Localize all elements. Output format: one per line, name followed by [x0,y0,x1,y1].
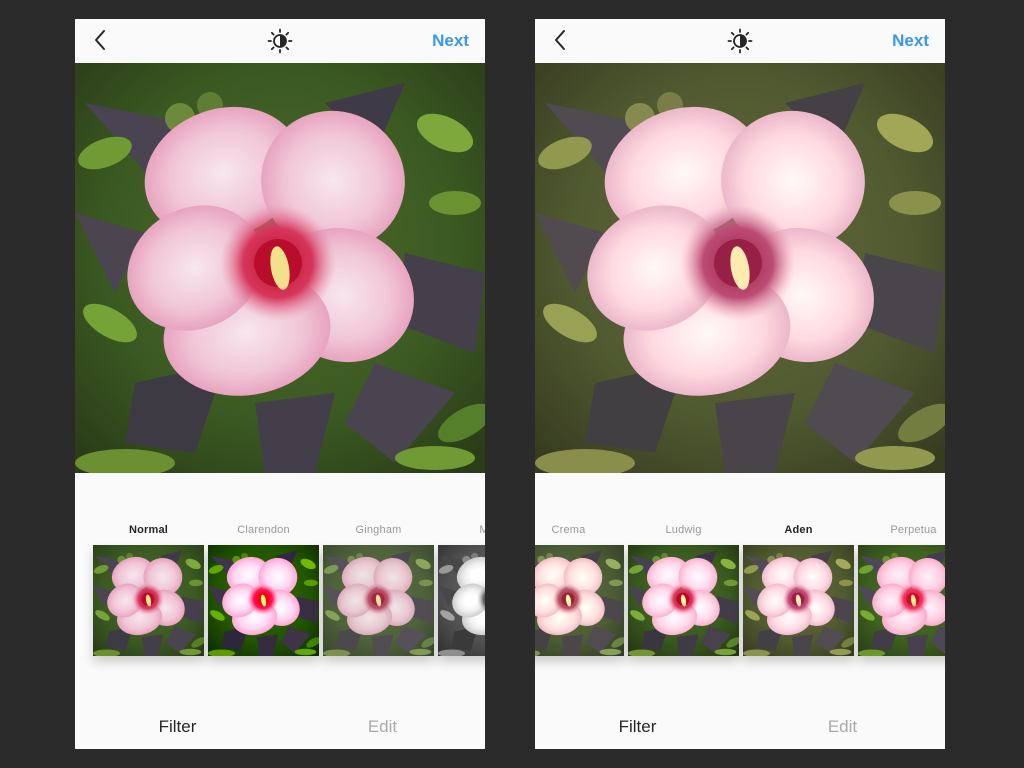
filter-option-perpetua[interactable]: Perpetua [858,519,945,669]
filter-label: Clarendon [237,524,290,536]
brightness-contrast-icon [727,28,753,54]
tab-edit[interactable]: Edit [740,717,945,737]
filter-thumbnail [628,545,739,656]
filter-thumbnail [438,545,485,656]
filter-label: Ludwig [665,524,702,536]
filter-option-ludwig[interactable]: Ludwig [628,519,739,669]
filter-thumbnail [323,545,434,656]
filter-thumbnail [858,545,945,656]
filter-option-crema[interactable]: Crema [535,519,624,669]
filter-option-gingham[interactable]: Gingham [323,519,434,669]
filter-option-moon[interactable]: Moon [438,519,485,669]
filter-screen-left: Next Normal Clarendon Gingham Moon [75,19,485,749]
chevron-left-icon [555,30,565,50]
tab-filter[interactable]: Filter [535,717,740,737]
filter-option-normal[interactable]: Normal [93,519,204,669]
back-button[interactable] [549,27,573,55]
filter-thumbnail [743,545,854,656]
top-bar: Next [75,19,485,63]
filter-label: Normal [128,524,169,536]
bottom-tabs: Filter Edit [75,709,485,749]
brightness-contrast-icon [267,28,293,54]
filter-strip[interactable]: Normal Clarendon Gingham Moon [75,519,485,679]
next-button[interactable]: Next [892,31,929,51]
filter-thumbnail [93,545,204,656]
chevron-left-icon [95,30,105,50]
photo-preview [75,63,485,473]
filter-screen-right: Next Crema Ludwig Aden Perpetua Filter E… [535,19,945,749]
tab-filter[interactable]: Filter [75,717,280,737]
filter-label: Perpetua [890,524,937,536]
filter-label: Moon [479,524,485,536]
lux-button[interactable] [727,28,753,54]
next-button[interactable]: Next [432,31,469,51]
photo-preview [535,63,945,473]
filter-option-clarendon[interactable]: Clarendon [208,519,319,669]
tab-edit[interactable]: Edit [280,717,485,737]
filter-label: Crema [551,524,586,536]
back-button[interactable] [89,27,113,55]
filter-strip[interactable]: Crema Ludwig Aden Perpetua [535,519,945,679]
filter-thumbnail [535,545,624,656]
filter-label: Gingham [355,524,402,536]
bottom-tabs: Filter Edit [535,709,945,749]
filter-thumbnail [208,545,319,656]
top-bar: Next [535,19,945,63]
filter-label: Aden [784,524,813,536]
filter-option-aden[interactable]: Aden [743,519,854,669]
lux-button[interactable] [267,28,293,54]
